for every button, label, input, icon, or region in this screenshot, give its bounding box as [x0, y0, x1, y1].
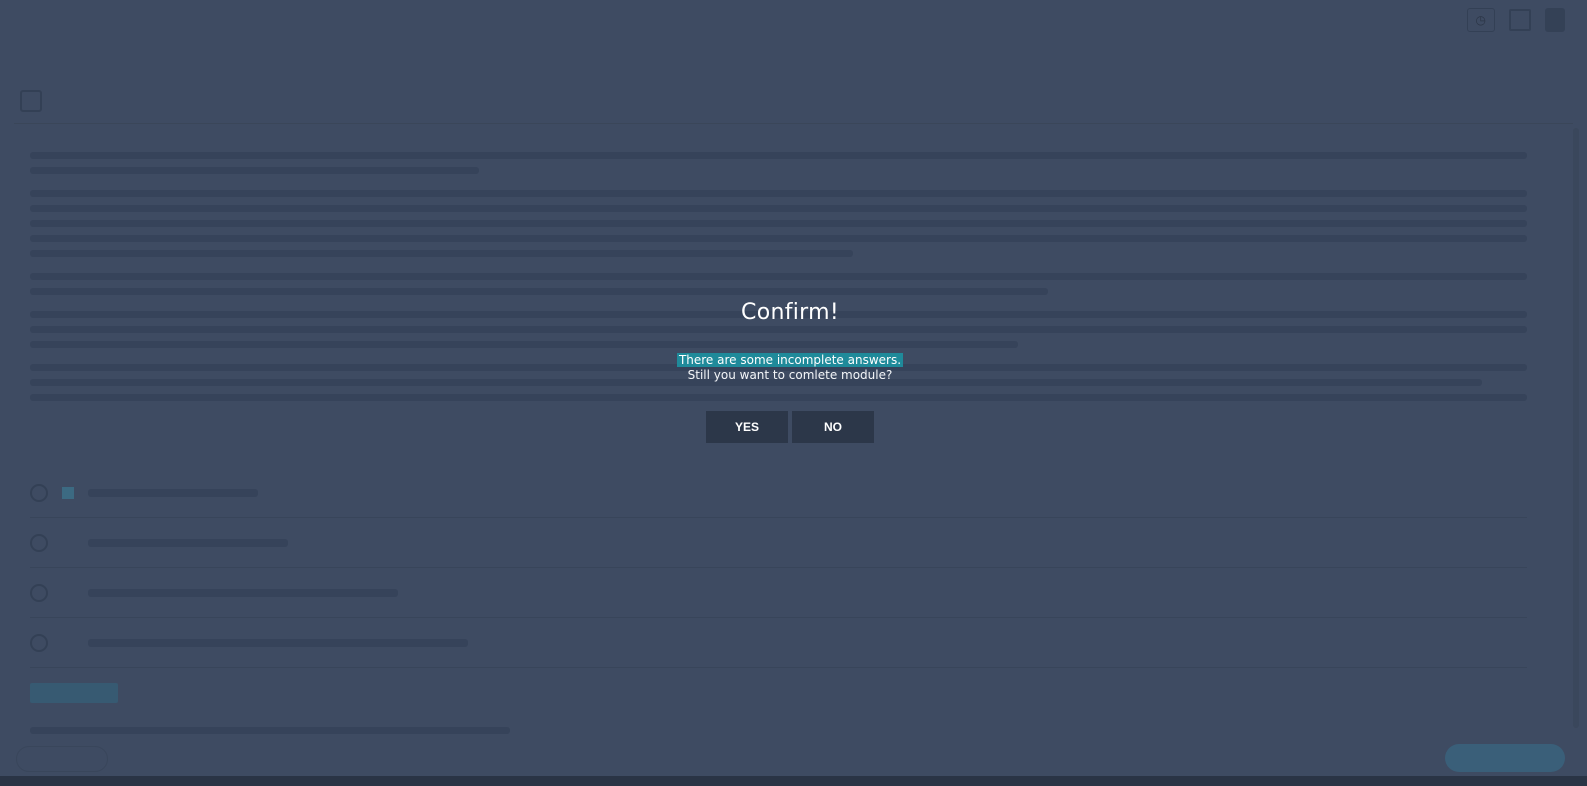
- previous-button[interactable]: [16, 746, 108, 772]
- yes-button[interactable]: YES: [706, 411, 788, 443]
- exam-screen: ◷ Confirm! There are some incomplete ans…: [0, 0, 1587, 786]
- dialog-warning-text: There are some incomplete answers.: [676, 353, 904, 367]
- dialog-question-text: Still you want to comlete module?: [687, 368, 893, 382]
- dialog-message: There are some incomplete answers. Still…: [560, 353, 1020, 383]
- top-bar-right: ◷: [1466, 8, 1565, 32]
- timer-box: ◷: [1466, 8, 1495, 32]
- answer-options: [30, 468, 1527, 668]
- top-bar: ◷: [0, 0, 1587, 40]
- radio-icon: [30, 583, 48, 602]
- answer-option[interactable]: [30, 518, 1527, 568]
- footer-text: [30, 727, 510, 734]
- status-badge: [30, 683, 118, 703]
- dialog-title: Confirm!: [741, 300, 839, 325]
- confirm-dialog: Confirm! There are some incomplete answe…: [560, 300, 1020, 443]
- checkbox-icon: [62, 486, 74, 499]
- scrollbar[interactable]: [1573, 128, 1579, 728]
- no-button[interactable]: NO: [792, 411, 874, 443]
- dialog-buttons: YES NO: [560, 411, 1020, 443]
- radio-icon: [30, 633, 48, 652]
- question-bar: [14, 78, 1573, 124]
- radio-icon: [30, 533, 48, 552]
- bookmark-icon[interactable]: [20, 89, 42, 112]
- answer-option[interactable]: [30, 468, 1527, 518]
- clock-icon: ◷: [1475, 13, 1486, 27]
- answer-option[interactable]: [30, 618, 1527, 668]
- fullscreen-icon[interactable]: [1509, 9, 1531, 31]
- user-icon: [1545, 8, 1565, 32]
- bottom-edge: [0, 776, 1587, 786]
- submit-button[interactable]: [1445, 744, 1565, 772]
- radio-icon: [30, 483, 48, 502]
- answer-option[interactable]: [30, 568, 1527, 618]
